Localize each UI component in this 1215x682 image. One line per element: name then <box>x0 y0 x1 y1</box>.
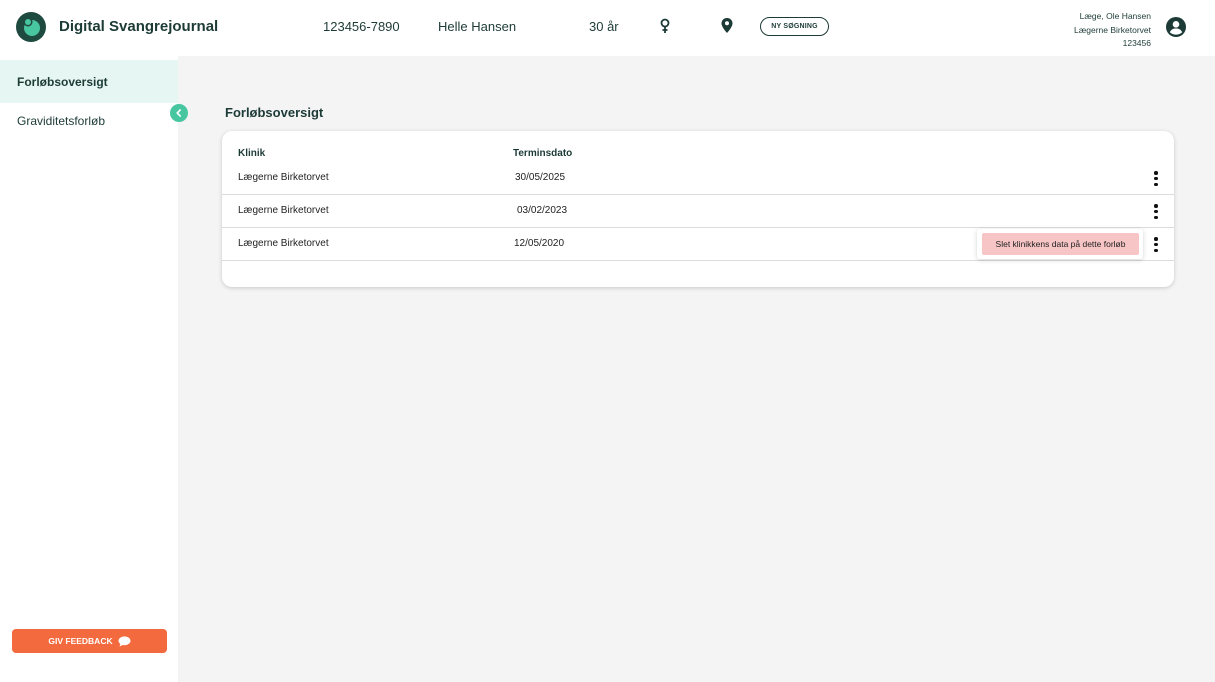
user-id: 123456 <box>1122 38 1151 48</box>
user-role-name: Læge, Ole Hansen <box>1079 11 1151 21</box>
app-title: Digital Svangrejournal <box>59 18 219 35</box>
row-due-date: 03/02/2023 <box>517 205 568 216</box>
column-header-terminsdato: Terminsdato <box>513 148 573 159</box>
sidebar-item-label: Graviditetsforløb <box>17 113 106 128</box>
logo-icon[interactable] <box>16 12 46 42</box>
new-search-button[interactable]: NY SØGNING <box>760 17 829 36</box>
chevron-left-icon <box>176 109 181 117</box>
page-title: Forløbsoversigt <box>225 105 324 120</box>
top-header: Digital Svangrejournal 123456-7890 Helle… <box>0 0 1215 56</box>
more-options-icon[interactable] <box>1151 236 1161 253</box>
user-account-icon[interactable] <box>1165 16 1187 38</box>
more-options-icon[interactable] <box>1151 170 1161 187</box>
row-due-date: 12/05/2020 <box>514 238 565 249</box>
patient-cpr: 123456-7890 <box>323 19 400 34</box>
row-context-menu: Slet klinikkens data på dette forløb <box>977 229 1143 259</box>
collapse-sidebar-button[interactable] <box>170 104 188 122</box>
patient-age: 30 år <box>589 19 619 34</box>
chat-bubble-icon <box>118 635 131 646</box>
sidebar: Forløbsoversigt Graviditetsforløb <box>0 56 178 682</box>
table-row[interactable]: Lægerne Birketorvet 03/02/2023 <box>222 195 1174 228</box>
row-due-date: 30/05/2025 <box>515 172 566 183</box>
location-pin-icon <box>720 17 734 35</box>
row-clinic: Lægerne Birketorvet <box>238 238 329 249</box>
user-info: Læge, Ole Hansen Lægerne Birketorvet 123… <box>1074 10 1151 51</box>
row-clinic: Lægerne Birketorvet <box>238 205 329 216</box>
pregnancy-course-table: Klinik Terminsdato Lægerne Birketorvet 3… <box>222 131 1174 287</box>
delete-clinic-data-menu-item[interactable]: Slet klinikkens data på dette forløb <box>982 233 1139 255</box>
feedback-label: GIV FEEDBACK <box>48 636 113 646</box>
row-clinic: Lægerne Birketorvet <box>238 172 329 183</box>
female-icon <box>658 17 672 35</box>
sidebar-item-label: Forløbsoversigt <box>17 74 108 89</box>
user-clinic: Lægerne Birketorvet <box>1073 24 1151 35</box>
more-options-icon[interactable] <box>1151 203 1161 220</box>
column-header-klinik: Klinik <box>238 148 266 159</box>
table-row[interactable]: Lægerne Birketorvet 30/05/2025 <box>222 162 1174 195</box>
feedback-button[interactable]: GIV FEEDBACK <box>12 629 167 653</box>
sidebar-item-graviditetsforloeb[interactable]: Graviditetsforløb <box>0 99 178 142</box>
sidebar-item-forloebsoversigt[interactable]: Forløbsoversigt <box>0 60 178 103</box>
patient-name: Helle Hansen <box>438 19 517 34</box>
